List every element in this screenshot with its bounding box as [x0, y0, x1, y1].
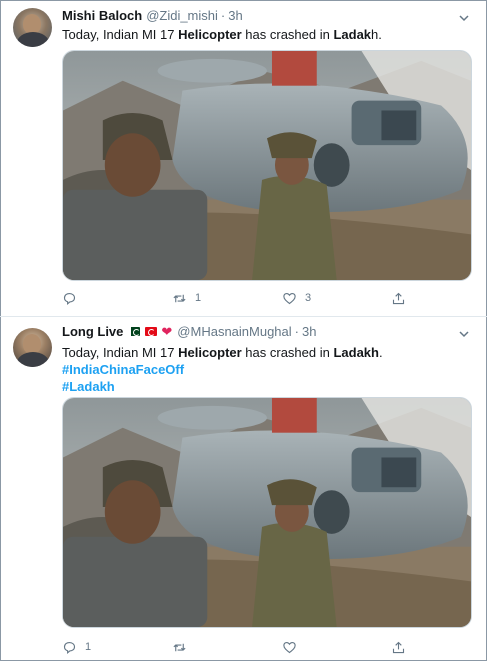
tweet-text-line: Today, Indian MI 17 Helicopter has crash…: [62, 344, 383, 361]
user-handle[interactable]: @MHasnainMughal: [177, 324, 291, 339]
timestamp[interactable]: 3h: [302, 324, 316, 339]
retweet-icon: [173, 294, 186, 302]
reply-icon: [63, 641, 76, 654]
avatar[interactable]: [13, 8, 52, 47]
tweet-header: Mishi Baloch @Zidi_mishi · 3h: [62, 8, 243, 23]
like-button[interactable]: [282, 638, 305, 656]
text-part: .: [378, 345, 383, 360]
retweet-icon: [173, 643, 186, 651]
chevron-down-icon[interactable]: [457, 11, 471, 25]
helicopter-crash-photo: [63, 51, 471, 280]
separator-dot: ·: [294, 324, 299, 339]
text-part: Today, Indian MI 17: [62, 345, 179, 360]
tweet[interactable]: Long Live ❤ @MHasnainMughal · 3h Today, …: [0, 318, 487, 661]
avatar[interactable]: [13, 328, 52, 367]
turkey-flag-icon: [145, 327, 158, 336]
timestamp[interactable]: 3h: [228, 8, 242, 23]
retweet-count: 1: [195, 292, 202, 304]
tweet-header: Long Live ❤ @MHasnainMughal · 3h: [62, 324, 316, 339]
tweet-actions: 1: [62, 638, 472, 656]
pakistan-flag-icon: [128, 327, 141, 336]
reply-button[interactable]: 1: [62, 638, 91, 656]
retweet-button[interactable]: [172, 638, 195, 656]
user-handle[interactable]: @Zidi_mishi: [146, 8, 218, 23]
display-name[interactable]: Long Live: [62, 324, 123, 339]
text-bold: Ladak: [333, 27, 372, 42]
like-icon: [283, 641, 296, 653]
share-button[interactable]: [391, 289, 406, 307]
tweet-actions: 1 3: [62, 289, 472, 307]
tweet-text: Today, Indian MI 17 Helicopter has crash…: [62, 344, 383, 395]
like-button[interactable]: 3: [282, 289, 311, 307]
helicopter-crash-photo: [63, 398, 471, 627]
hashtag-link[interactable]: #IndiaChinaFaceOff: [62, 361, 383, 378]
like-icon: [283, 292, 296, 304]
reply-button[interactable]: [62, 289, 85, 307]
tweet-photo[interactable]: [62, 50, 472, 281]
separator-dot: ·: [220, 8, 226, 23]
chevron-down-icon[interactable]: [457, 327, 471, 341]
share-icon: [392, 292, 405, 304]
text-part: Today, Indian MI 17: [62, 27, 179, 42]
share-icon: [392, 641, 405, 653]
tweet[interactable]: Mishi Baloch @Zidi_mishi · 3h Today, Ind…: [0, 0, 487, 317]
retweet-button[interactable]: 1: [172, 289, 201, 307]
text-bold: Helicopter: [178, 27, 242, 42]
text-part: h.: [371, 27, 382, 42]
heart-emoji-icon: ❤: [161, 324, 173, 339]
like-count: 3: [305, 292, 312, 304]
reply-icon: [63, 292, 76, 305]
hashtag-link[interactable]: #Ladakh: [62, 378, 383, 395]
tweet-text: Today, Indian MI 17 Helicopter has crash…: [62, 26, 382, 43]
reply-count: 1: [85, 641, 92, 653]
text-bold: Ladakh: [333, 345, 379, 360]
text-part: has crashed in: [241, 345, 334, 360]
tweet-photo[interactable]: [62, 397, 472, 628]
text-part: has crashed in: [241, 27, 334, 42]
display-name[interactable]: Mishi Baloch: [62, 8, 142, 23]
share-button[interactable]: [391, 638, 406, 656]
text-bold: Helicopter: [178, 345, 242, 360]
